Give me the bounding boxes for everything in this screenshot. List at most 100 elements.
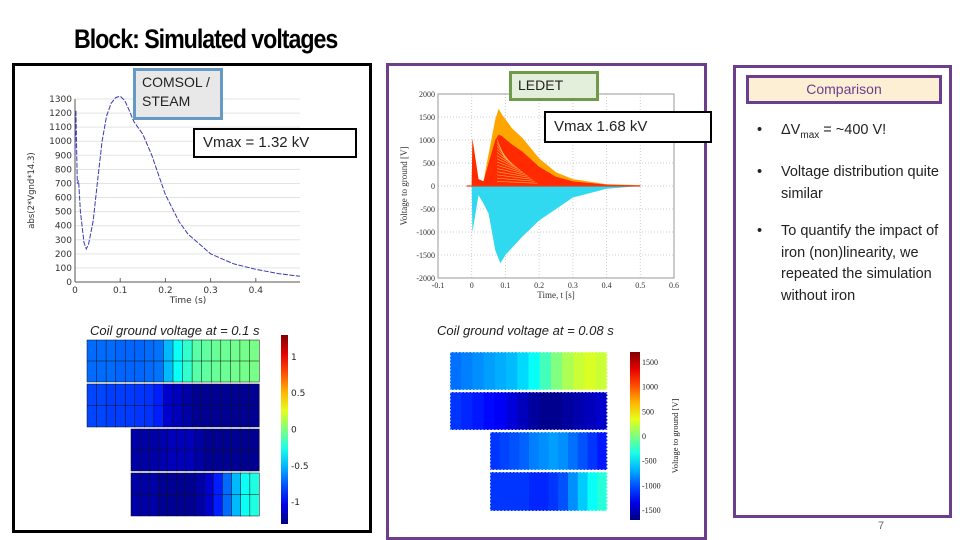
colorbar-tick-label: 0 <box>291 426 297 436</box>
heatmap-block-3 <box>489 431 608 471</box>
y-axis-label: abs(2*Vgnd*14.3) <box>27 152 37 229</box>
heatmap-cell <box>584 392 597 430</box>
heatmap-cell <box>519 472 530 511</box>
heatmap-block-2 <box>86 383 260 428</box>
colorbar-tick-label: -1000 <box>642 481 661 490</box>
heatmap-cell <box>550 352 563 390</box>
series-area <box>471 186 641 264</box>
slide-title: Block: Simulated voltages <box>74 24 338 54</box>
heatmap-cell <box>506 392 518 430</box>
colorbar <box>630 352 640 520</box>
heatmap-cell <box>548 472 559 511</box>
bullet-text: ΔVmax = ~400 V! <box>781 120 886 146</box>
heatmap-cell <box>529 432 540 470</box>
heatmap-cell <box>528 392 541 430</box>
y-tick-label: 2000 <box>419 90 435 99</box>
y-tick-label: 1200 <box>49 109 72 119</box>
heatmap-cell <box>472 352 485 390</box>
y-tick-label: 900 <box>55 151 72 161</box>
bullet-icon: • <box>757 223 763 240</box>
y-tick-label: 600 <box>55 194 72 204</box>
comparison-header: Comparison <box>746 75 942 104</box>
x-tick-label: 0 <box>470 281 474 290</box>
y-tick-label: 700 <box>55 179 72 189</box>
ledet-coil-heatmap: 1500 1000 500 0 -500 -1000 -1500 Voltage to gro… <box>449 351 680 520</box>
bullet-delta-vmax: • ΔVmax = ~400 V! <box>757 120 942 146</box>
comsol-label-line1: COMSOL / <box>142 74 210 90</box>
heatmap-cell <box>517 392 529 430</box>
heatmap-block-4 <box>130 472 260 517</box>
comparison-bullet-list: • ΔVmax = ~400 V! • Voltage distribution… <box>757 120 942 323</box>
colorbar-tick-label: 1000 <box>642 383 658 392</box>
x-tick-label: 0.3 <box>568 281 578 290</box>
y-tick-label: 400 <box>55 222 72 232</box>
colorbar-tick-label: 0 <box>642 432 646 441</box>
heatmap-cell <box>506 352 518 390</box>
comsol-coil-heatmap: ×10³ 1 0.5 0 -0.5 -1 <box>86 335 311 524</box>
colorbar-tick-label: 1500 <box>642 358 658 367</box>
colorbar-tick-label: -1 <box>291 498 300 508</box>
ledet-label: LEDET <box>509 71 599 101</box>
y-tick-label: -500 <box>420 205 435 214</box>
y-tick-label: 800 <box>55 165 72 175</box>
y-tick-label: 1500 <box>419 113 435 122</box>
ledet-vmax-label: Vmax 1.68 kV <box>544 111 712 143</box>
heatmap-block-1 <box>86 339 260 383</box>
heatmap-cell <box>519 432 530 470</box>
x-tick-label: 0.2 <box>534 281 544 290</box>
heatmap-cell <box>538 472 549 511</box>
colorbar-tick-label: 500 <box>642 407 654 416</box>
delta-v-symbol: ΔV <box>781 122 801 138</box>
y-tick-label: 0 <box>431 182 435 191</box>
heatmap-cell <box>483 392 496 430</box>
y-tick-label: 1300 <box>49 95 72 105</box>
colorbar-tick-label: -0.5 <box>291 462 309 472</box>
comsol-steam-label: COMSOL / STEAM <box>133 68 223 120</box>
x-tick-label: 0.1 <box>113 286 127 296</box>
heatmap-cell <box>595 392 608 430</box>
plot-area <box>75 99 300 282</box>
heatmap-cell <box>528 352 541 390</box>
delta-v-subscript: max <box>800 129 820 141</box>
heatmap-cell <box>499 472 510 511</box>
heatmap-cell <box>483 352 496 390</box>
bullet-iron-impact: • To quantify the impact of iron (non)li… <box>757 221 942 307</box>
heatmap-cell <box>517 352 529 390</box>
bullet-distribution: • Voltage distribution quite similar <box>757 162 942 205</box>
heatmap-block-4 <box>489 471 608 512</box>
colorbar <box>281 335 288 524</box>
heatmap-cell <box>450 392 462 430</box>
x-tick-label: 0.6 <box>669 281 679 290</box>
y-axis-label: Voltage to ground [V] <box>399 146 409 225</box>
page-number: 7 <box>878 520 885 532</box>
colorbar-tick-label: -1500 <box>642 506 661 515</box>
y-tick-label: -1500 <box>416 251 435 260</box>
comsol-vmax-label: Vmax = 1.32 kV <box>193 128 357 158</box>
y-tick-label: 200 <box>55 250 72 260</box>
x-tick-label: 0.4 <box>602 281 612 290</box>
heatmap-cell <box>558 432 569 470</box>
y-tick-label: 1000 <box>419 136 435 145</box>
heatmap-cell <box>573 392 585 430</box>
heatmap-cell <box>597 472 608 511</box>
heatmap-cell <box>499 432 510 470</box>
heatmap-cell <box>550 392 563 430</box>
heatmap-cell <box>461 392 473 430</box>
heatmap-cell <box>577 472 588 511</box>
y-tick-label: 100 <box>55 264 72 274</box>
heatmap-cell <box>584 352 597 390</box>
heatmap-cell <box>509 432 520 470</box>
bullet-text: Voltage distribution quite similar <box>781 164 939 202</box>
heatmap-cell <box>494 352 507 390</box>
heatmap-cell <box>562 392 574 430</box>
x-axis-label: Time, t [s] <box>537 290 574 300</box>
y-tick-label: 300 <box>55 236 72 246</box>
heatmap-cell <box>597 432 608 470</box>
heatmap-cell <box>558 472 569 511</box>
y-tick-label: 1000 <box>49 137 72 147</box>
bullet-icon: • <box>757 122 763 138</box>
bullet-icon: • <box>757 164 763 181</box>
colorbar-exponent: ×10³ <box>288 335 311 336</box>
x-tick-label: 0.3 <box>203 286 217 296</box>
heatmap-cell <box>490 432 501 470</box>
